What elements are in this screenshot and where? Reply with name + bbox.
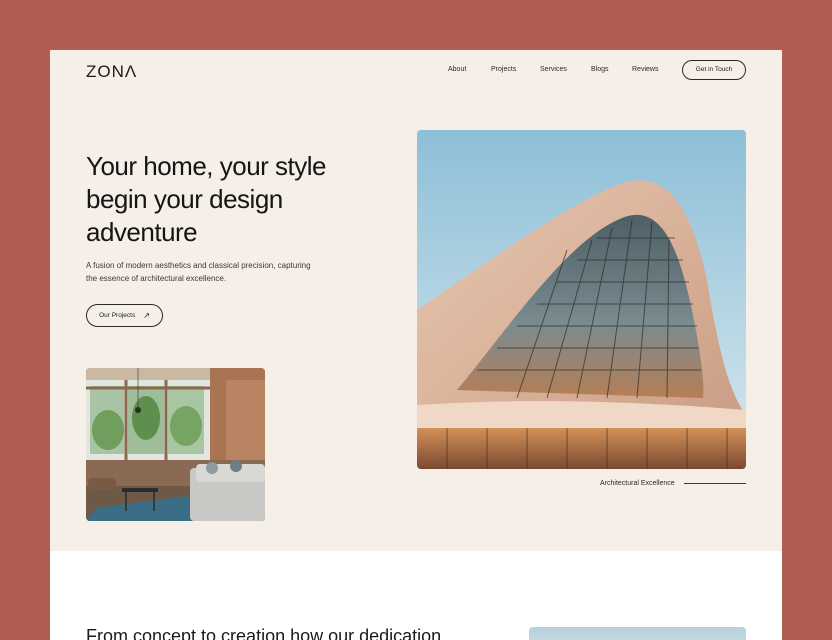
caption-divider (684, 483, 746, 484)
building-image (417, 130, 746, 469)
nav-link-reviews[interactable]: Reviews (632, 66, 658, 73)
get-in-touch-button[interactable]: Get in Touch (682, 60, 746, 80)
headline-line-2: begin your design (86, 184, 283, 214)
headline-line-1: Your home, your style (86, 151, 327, 181)
nav-link-services[interactable]: Services (540, 66, 567, 73)
nav-link-blogs[interactable]: Blogs (591, 66, 609, 73)
image-caption: Architectural Excellence (600, 480, 675, 487)
page: ZONΛ About Projects Services Blogs Revie… (50, 50, 782, 640)
our-projects-button[interactable]: Our Projects ↗ (86, 304, 163, 327)
hero-subtitle: A fusion of modern aesthetics and classi… (86, 260, 346, 285)
interior-image (86, 368, 265, 521)
hero-section: ZONΛ About Projects Services Blogs Revie… (50, 50, 782, 551)
subtitle-line-2: the essence of architectural excellence. (86, 273, 227, 283)
main-nav: About Projects Services Blogs Reviews (50, 66, 782, 78)
hero-headline: Your home, your style begin your design … (86, 150, 386, 249)
nav-link-about[interactable]: About (448, 66, 466, 73)
section-title: From concept to creation how our dedicat… (86, 626, 442, 640)
building-illustration (417, 130, 746, 469)
our-projects-label: Our Projects (99, 312, 136, 319)
headline-line-3: adventure (86, 217, 198, 247)
section-image (529, 627, 746, 640)
nav-link-projects[interactable]: Projects (491, 66, 516, 73)
subtitle-line-1: A fusion of modern aesthetics and classi… (86, 261, 311, 270)
arrow-up-right-icon: ↗ (143, 310, 150, 320)
interior-illustration (86, 368, 265, 521)
